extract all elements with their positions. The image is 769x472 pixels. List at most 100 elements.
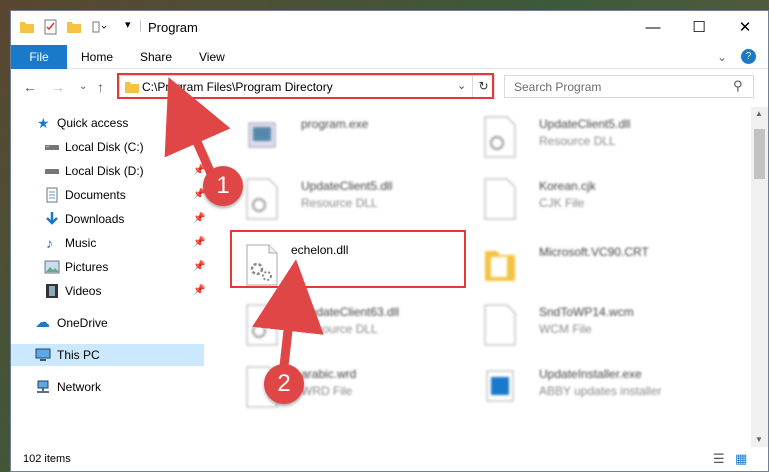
sidebar-item-pictures[interactable]: Pictures 📌 <box>11 256 206 278</box>
sidebar-item-this-pc[interactable]: This PC <box>11 344 204 366</box>
customize-toolbar-icon[interactable] <box>91 19 107 35</box>
back-arrow-icon[interactable]: ← <box>23 79 37 95</box>
explorer-window: ▾ | Program — ☐ ✕ File Home Share View ⌄… <box>10 10 769 472</box>
ribbon-tabs: File Home Share View ⌄ ? <box>11 45 768 69</box>
file-name: program.exe <box>301 117 369 131</box>
music-icon: ♪ <box>46 235 53 251</box>
properties-icon[interactable] <box>43 19 59 35</box>
file-item[interactable]: UpdateClient5.dll Resource DLL <box>221 173 461 229</box>
new-folder-icon[interactable] <box>66 19 82 35</box>
sidebar-item-downloads[interactable]: Downloads 📌 <box>11 208 206 230</box>
computer-icon <box>35 348 51 361</box>
file-item[interactable]: arabic.wrd WRD File <box>221 361 461 417</box>
up-arrow-icon[interactable]: ↑ <box>97 79 104 95</box>
navigation-pane: ★ Quick access Local Disk (C:) Local Dis… <box>11 107 206 447</box>
folder-icon <box>125 82 139 93</box>
dll-settings-file-icon <box>246 244 278 286</box>
sidebar-item-label: Network <box>57 380 102 394</box>
sidebar-item-documents[interactable]: Documents 📌 <box>11 184 205 206</box>
dll-file-icon <box>246 304 278 346</box>
file-name: UpdateClient5.dll <box>301 179 393 193</box>
scroll-up-icon[interactable]: ▲ <box>755 109 763 118</box>
expand-ribbon-icon[interactable]: ⌄ <box>717 45 727 69</box>
file-item-echelon-dll[interactable]: echelon.dll <box>221 239 461 295</box>
minimize-button[interactable]: — <box>630 11 676 45</box>
drive-icon <box>45 169 59 174</box>
sidebar-item-label: OneDrive <box>57 316 108 330</box>
recent-locations-icon[interactable]: ⌄ <box>79 81 87 92</box>
folder-icon <box>20 22 34 33</box>
address-bar[interactable]: C:\Program Files\Program Directory ⌄ ↻ <box>119 75 495 98</box>
sidebar-item-label: Documents <box>65 188 126 202</box>
sidebar-item-label: Quick access <box>57 116 129 130</box>
file-name: arabic.wrd <box>301 367 357 381</box>
step-2-badge: 2 <box>264 364 304 404</box>
file-item[interactable]: UpdateClient5.dll Resource DLL <box>459 111 699 167</box>
sidebar-item-label: Downloads <box>65 212 125 226</box>
folder-icon <box>485 251 515 281</box>
item-count: 102 items <box>23 453 71 465</box>
file-item[interactable]: program.exe <box>221 111 461 167</box>
exe-file-icon <box>248 122 276 148</box>
pin-icon: 📌 <box>193 261 206 272</box>
file-type: Resource DLL <box>301 322 378 336</box>
file-name: echelon.dll <box>291 243 349 257</box>
file-name: Microsoft.VC90.CRT <box>539 245 649 259</box>
address-path: C:\Program Files\Program Directory <box>142 80 333 94</box>
sidebar-item-label: Local Disk (D:) <box>65 164 144 178</box>
file-type: WCM File <box>539 322 592 336</box>
maximize-button[interactable]: ☐ <box>676 11 722 45</box>
file-type: Resource DLL <box>301 196 378 210</box>
pin-icon: 📌 <box>193 213 206 224</box>
step-1-badge: 1 <box>203 166 243 206</box>
file-type: Resource DLL <box>539 134 616 148</box>
file-item[interactable]: UpdateInstaller.exe ABBY updates install… <box>459 361 699 417</box>
close-button[interactable]: ✕ <box>722 11 768 45</box>
file-type: CJK File <box>539 196 585 210</box>
file-item[interactable]: Korean.cjk CJK File <box>459 173 699 229</box>
downloads-icon <box>46 212 58 225</box>
refresh-icon[interactable]: ↻ <box>472 76 494 97</box>
search-placeholder: Search Program <box>514 80 602 94</box>
sidebar-item-label: Videos <box>65 284 102 298</box>
details-view-icon[interactable]: ☰ <box>713 451 725 467</box>
search-icon: ⚲ <box>733 78 743 93</box>
scroll-down-icon[interactable]: ▼ <box>755 435 763 444</box>
tab-view[interactable]: View <box>199 45 225 69</box>
file-name: Korean.cjk <box>539 179 596 193</box>
file-type: WRD File <box>301 384 353 398</box>
tab-file[interactable]: File <box>11 45 67 69</box>
forward-arrow-icon[interactable]: → <box>51 79 65 95</box>
address-dropdown-icon[interactable]: ⌄ <box>457 79 466 92</box>
sidebar-item-label: Music <box>65 236 97 250</box>
sidebar-item-onedrive[interactable]: ☁ OneDrive <box>11 312 204 334</box>
file-item[interactable]: UpdateClient63.dll Resource DLL <box>221 299 461 355</box>
star-icon: ★ <box>37 115 50 131</box>
file-name: UpdateClient63.dll <box>301 305 400 319</box>
sidebar-item-music[interactable]: ♪ Music 📌 <box>11 232 205 254</box>
vertical-scrollbar[interactable]: ▲ ▼ <box>751 107 768 447</box>
address-row: ← → ⌄ ↑ C:\Program Files\Program Directo… <box>11 71 768 103</box>
sidebar-item-local-disk-c[interactable]: Local Disk (C:) <box>11 136 204 158</box>
installer-file-icon <box>486 370 514 402</box>
sidebar-item-network[interactable]: Network <box>11 376 204 398</box>
network-icon <box>37 380 49 393</box>
sidebar-item-videos[interactable]: Videos 📌 <box>11 280 205 302</box>
sidebar-item-local-disk-d[interactable]: Local Disk (D:) 📌 <box>11 160 205 182</box>
generic-file-icon <box>484 304 516 346</box>
tab-home[interactable]: Home <box>81 45 113 69</box>
scrollbar-thumb[interactable] <box>754 129 765 179</box>
search-input[interactable]: Search Program ⚲ <box>504 75 754 98</box>
file-name: SndToWP14.wcm <box>539 305 634 319</box>
tab-share[interactable]: Share <box>140 45 172 69</box>
pictures-icon <box>44 260 60 274</box>
help-button[interactable]: ? <box>741 49 756 64</box>
file-item[interactable]: Microsoft.VC90.CRT <box>459 239 699 295</box>
file-item[interactable]: SndToWP14.wcm WCM File <box>459 299 699 355</box>
dll-file-icon <box>484 116 516 158</box>
dll-file-icon <box>246 178 278 220</box>
drive-icon <box>45 145 59 150</box>
documents-icon <box>46 187 58 203</box>
sidebar-item-quick-access[interactable]: ★ Quick access <box>11 112 204 134</box>
large-icons-view-icon[interactable]: ▦ <box>735 451 747 467</box>
